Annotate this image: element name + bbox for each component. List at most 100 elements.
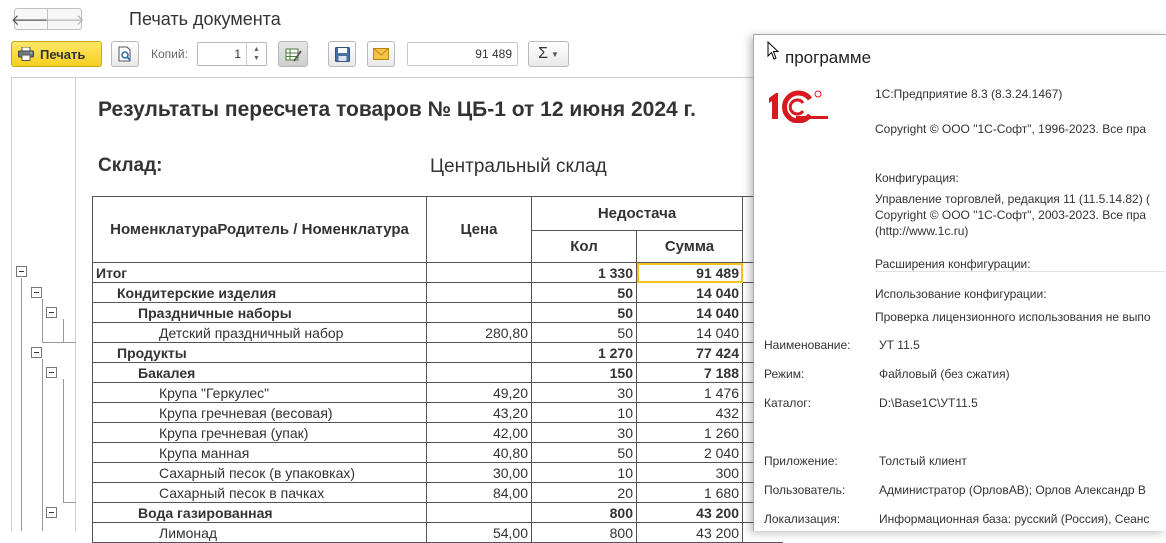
cell-sum[interactable]: 1 260 bbox=[636, 422, 743, 443]
cell-sum[interactable]: 1 680 bbox=[636, 482, 743, 503]
collapse-toggle-icon[interactable] bbox=[46, 307, 57, 318]
cell-sum[interactable]: 2 040 bbox=[636, 442, 743, 463]
edit-mode-button[interactable] bbox=[278, 41, 308, 67]
collapse-toggle-icon[interactable] bbox=[31, 287, 42, 298]
extensions-label: Расширения конфигурации: bbox=[875, 257, 1031, 271]
cell-qty[interactable]: 50 bbox=[531, 442, 637, 463]
cell-item-name[interactable]: Бакалея bbox=[92, 362, 427, 383]
about-title: программе bbox=[785, 48, 872, 67]
table-row[interactable]: Крупа гречневая (весовая) 43,20 10 432 bbox=[92, 402, 783, 423]
table-row[interactable]: Сахарный песок в пачках 84,00 20 1 680 bbox=[92, 482, 783, 503]
cell-price[interactable]: 30,00 bbox=[426, 462, 532, 483]
forward-button[interactable]: 🡒 bbox=[44, 8, 85, 30]
table-row[interactable]: Крупа "Геркулес" 49,20 30 1 476 bbox=[92, 382, 783, 403]
cell-item-name[interactable]: Лимонад bbox=[92, 522, 427, 543]
cell-sum[interactable]: 1 476 bbox=[636, 382, 743, 403]
cell-item-name[interactable]: Итог bbox=[92, 262, 427, 283]
cell-item-name[interactable]: Детский праздничный набор bbox=[92, 322, 427, 343]
cell-qty[interactable]: 1 270 bbox=[531, 342, 637, 363]
cell-item-name[interactable]: Сахарный песок (в упаковках) bbox=[92, 462, 427, 483]
cell-qty[interactable]: 150 bbox=[531, 362, 637, 383]
warehouse-value: Центральный склад bbox=[430, 156, 607, 177]
cell-sum[interactable]: 14 040 bbox=[636, 302, 743, 323]
cell-price[interactable] bbox=[426, 362, 532, 383]
cell-price[interactable]: 42,00 bbox=[426, 422, 532, 443]
cell-qty[interactable]: 30 bbox=[531, 422, 637, 443]
floppy-disk-icon bbox=[334, 46, 350, 62]
table-row[interactable]: Детский праздничный набор 280,80 50 14 040 bbox=[92, 322, 783, 343]
cell-price[interactable]: 40,80 bbox=[426, 442, 532, 463]
collapse-toggle-icon[interactable] bbox=[46, 507, 57, 518]
cell-price[interactable]: 280,80 bbox=[426, 322, 532, 343]
cell-qty[interactable]: 20 bbox=[531, 482, 637, 503]
copyright-text: Copyright © ООО "1С-Софт", 1996-2023. Вс… bbox=[875, 122, 1147, 136]
back-button[interactable]: 🡐 bbox=[11, 8, 51, 30]
cell-sum[interactable]: 91 489 bbox=[636, 262, 743, 283]
cell-price[interactable] bbox=[426, 302, 532, 323]
copies-stepper[interactable]: ▲ ▼ bbox=[246, 43, 266, 65]
table-row[interactable]: Крупа манная 40,80 50 2 040 bbox=[92, 442, 783, 463]
cell-item-name[interactable]: Праздничные наборы bbox=[92, 302, 427, 323]
cell-price[interactable] bbox=[426, 502, 532, 523]
cell-price[interactable]: 49,20 bbox=[426, 382, 532, 403]
cell-qty[interactable]: 50 bbox=[531, 282, 637, 303]
collapse-toggle-icon[interactable] bbox=[31, 347, 42, 358]
header-sum: Сумма bbox=[636, 230, 743, 263]
cell-item-name[interactable]: Вода газированная bbox=[92, 502, 427, 523]
table-row[interactable]: Итог 1 330 91 489 bbox=[92, 262, 783, 283]
cell-item-name[interactable]: Крупа "Геркулес" bbox=[92, 382, 427, 403]
cell-price[interactable] bbox=[426, 282, 532, 303]
cell-qty[interactable]: 10 bbox=[531, 462, 637, 483]
cell-qty[interactable]: 50 bbox=[531, 302, 637, 323]
preview-button[interactable] bbox=[111, 41, 139, 67]
collapse-toggle-icon[interactable] bbox=[16, 266, 27, 277]
cell-qty[interactable]: 800 bbox=[531, 502, 637, 523]
sum-mode-dropdown[interactable]: Σ ▼ bbox=[528, 41, 569, 67]
cell-sum[interactable]: 7 188 bbox=[636, 362, 743, 383]
cell-qty[interactable]: 30 bbox=[531, 382, 637, 403]
table-row[interactable]: Кондитерские изделия 50 14 040 bbox=[92, 282, 783, 303]
arrow-right-icon: 🡒 bbox=[44, 11, 85, 29]
table-row[interactable]: Бакалея 150 7 188 bbox=[92, 362, 783, 383]
cell-qty[interactable]: 50 bbox=[531, 322, 637, 343]
cell-sum[interactable]: 43 200 bbox=[636, 522, 743, 543]
cell-qty[interactable]: 800 bbox=[531, 522, 637, 543]
cell-sum[interactable]: 432 bbox=[636, 402, 743, 423]
mouse-cursor-icon bbox=[767, 41, 779, 60]
stepper-up-icon[interactable]: ▲ bbox=[253, 45, 260, 54]
cell-item-name[interactable]: Сахарный песок в пачках bbox=[92, 482, 427, 503]
print-button[interactable]: Печать bbox=[11, 41, 102, 67]
table-row[interactable]: Праздничные наборы 50 14 040 bbox=[92, 302, 783, 323]
cell-sum[interactable]: 43 200 bbox=[636, 502, 743, 523]
stepper-down-icon[interactable]: ▼ bbox=[253, 54, 260, 63]
selected-sum-field[interactable]: 91 489 bbox=[407, 42, 518, 66]
table-row[interactable]: Сахарный песок (в упаковках) 30,00 10 300 bbox=[92, 462, 783, 483]
cell-price[interactable]: 54,00 bbox=[426, 522, 532, 543]
table-row[interactable]: Вода газированная 800 43 200 bbox=[92, 502, 783, 523]
cell-sum[interactable]: 77 424 bbox=[636, 342, 743, 363]
cell-item-name[interactable]: Кондитерские изделия bbox=[92, 282, 427, 303]
cell-qty[interactable]: 1 330 bbox=[531, 262, 637, 283]
report-table: НоменклатураРодитель / Номенклатура Цена… bbox=[92, 196, 783, 543]
cell-item-name[interactable]: Крупа гречневая (весовая) bbox=[92, 402, 427, 423]
collapse-toggle-icon[interactable] bbox=[46, 367, 57, 378]
cell-qty[interactable]: 10 bbox=[531, 402, 637, 423]
save-button[interactable] bbox=[328, 41, 356, 67]
cell-price[interactable]: 43,20 bbox=[426, 402, 532, 423]
cell-item-name[interactable]: Продукты bbox=[92, 342, 427, 363]
cell-sum[interactable]: 300 bbox=[636, 462, 743, 483]
cell-sum[interactable]: 14 040 bbox=[636, 322, 743, 343]
tree-line bbox=[21, 278, 22, 531]
table-row[interactable]: Крупа гречневая (упак) 42,00 30 1 260 bbox=[92, 422, 783, 443]
cell-sum[interactable]: 14 040 bbox=[636, 282, 743, 303]
send-email-button[interactable] bbox=[367, 41, 395, 67]
cell-item-name[interactable]: Крупа гречневая (упак) bbox=[92, 422, 427, 443]
cell-price[interactable] bbox=[426, 262, 532, 283]
report-title: Результаты пересчета товаров № ЦБ-1 от 1… bbox=[98, 98, 697, 121]
table-row[interactable]: Продукты 1 270 77 424 bbox=[92, 342, 783, 363]
copies-input[interactable]: 1 ▲ ▼ bbox=[197, 42, 267, 66]
cell-price[interactable] bbox=[426, 342, 532, 363]
table-row[interactable]: Лимонад 54,00 800 43 200 bbox=[92, 522, 783, 543]
cell-price[interactable]: 84,00 bbox=[426, 482, 532, 503]
cell-item-name[interactable]: Крупа манная bbox=[92, 442, 427, 463]
